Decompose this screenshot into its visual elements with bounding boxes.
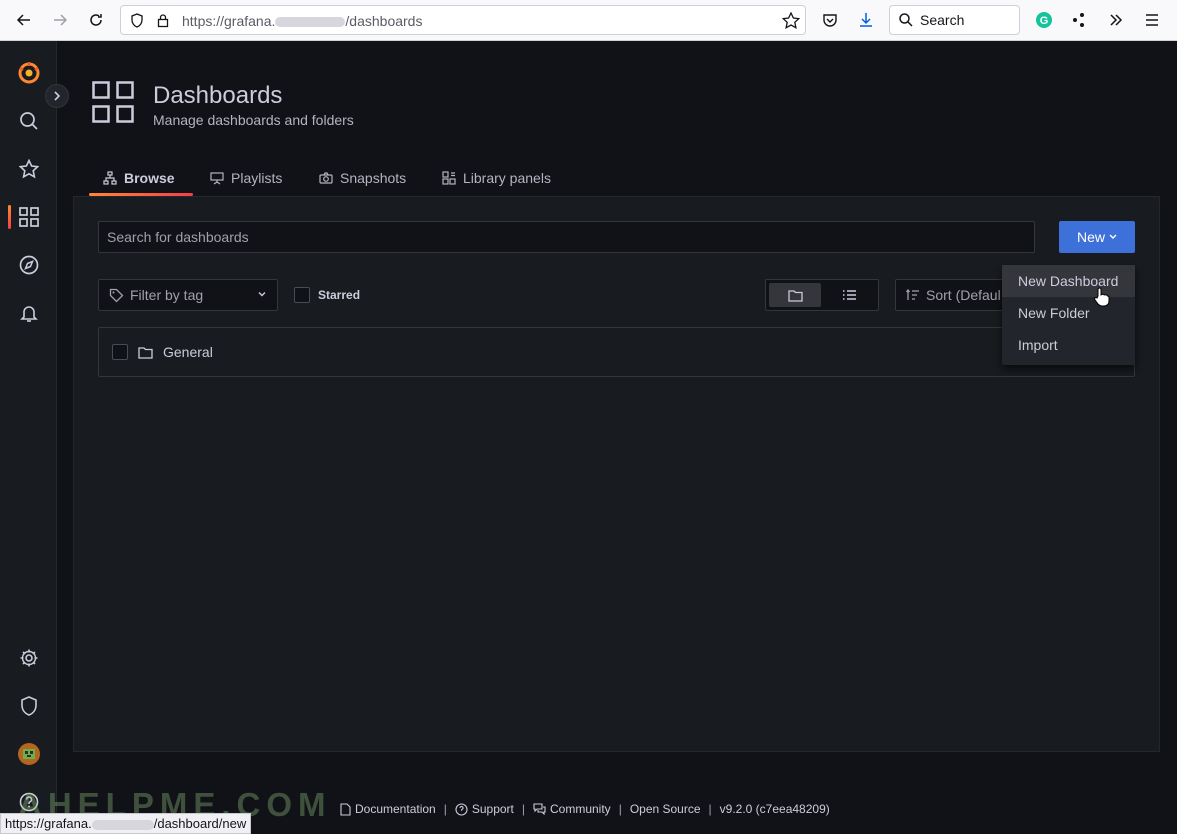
list-icon <box>842 290 856 300</box>
comments-icon <box>533 803 546 815</box>
folder-view-button[interactable] <box>769 283 821 307</box>
url-text: https://grafana./dashboards <box>182 13 423 29</box>
starred-label: Starred <box>318 288 361 302</box>
expand-sidebar-button[interactable] <box>45 84 69 108</box>
chevron-down-icon <box>258 292 266 297</box>
footer-community-link[interactable]: Community <box>533 802 611 816</box>
starred-checkbox[interactable] <box>294 287 310 303</box>
tab-library-panels-label: Library panels <box>463 170 551 186</box>
grammarly-icon[interactable]: G <box>1032 8 1056 32</box>
question-circle-icon <box>455 802 468 816</box>
sort-select[interactable]: Sort (Defaul <box>895 279 1005 311</box>
footer: Documentation | Support | Community | Op… <box>340 800 830 818</box>
url-redaction <box>275 17 346 28</box>
sidebar <box>0 41 57 834</box>
extension-icon[interactable] <box>1067 8 1091 32</box>
nav-explore-icon[interactable] <box>0 245 57 285</box>
shield-icon[interactable] <box>130 13 144 33</box>
tab-playlists[interactable]: Playlists <box>196 160 296 196</box>
footer-support-link[interactable]: Support <box>455 802 514 816</box>
nav-configuration-gear-icon[interactable] <box>0 638 57 678</box>
status-bar-url: https://grafana./dashboard/new <box>0 813 252 834</box>
folder-row-general[interactable]: General <box>98 327 1135 377</box>
nav-dashboards-icon[interactable] <box>0 197 57 237</box>
lock-icon[interactable] <box>157 13 169 33</box>
browser-toolbar: https://grafana./dashboards Search G <box>0 0 1177 41</box>
search-icon <box>899 13 913 30</box>
folder-checkbox[interactable] <box>112 344 128 360</box>
tab-playlists-label: Playlists <box>231 170 283 186</box>
page-title: Dashboards <box>153 82 283 109</box>
dashboard-search-input[interactable] <box>98 221 1035 253</box>
nav-starred-icon[interactable] <box>0 149 57 189</box>
new-button-label: New <box>1076 229 1105 245</box>
starred-filter[interactable]: Starred <box>294 287 360 303</box>
url-bar[interactable]: https://grafana./dashboards <box>120 5 806 35</box>
status-url-redaction <box>91 819 154 830</box>
filter-by-tag-placeholder: Filter by tag <box>130 287 204 303</box>
hand-cursor-icon <box>1093 287 1111 312</box>
tab-snapshots-label: Snapshots <box>340 170 407 186</box>
tab-browse-label: Browse <box>124 170 175 186</box>
new-button[interactable]: New <box>1059 221 1135 253</box>
tab-library-panels[interactable]: Library panels <box>428 160 565 196</box>
sort-label: Sort (Defaul <box>926 287 1001 303</box>
tag-icon <box>109 288 124 302</box>
active-indicator <box>8 205 11 229</box>
reload-icon[interactable] <box>84 8 108 32</box>
filter-by-tag-select[interactable]: Filter by tag <box>98 279 278 311</box>
camera-icon <box>319 172 333 184</box>
pocket-icon[interactable] <box>818 8 842 32</box>
nav-search-icon[interactable] <box>0 101 57 141</box>
user-avatar[interactable] <box>0 734 57 774</box>
document-icon <box>340 802 351 816</box>
folder-icon <box>138 346 153 359</box>
forward-icon[interactable] <box>48 8 72 32</box>
footer-open-source-link[interactable]: Open Source <box>630 802 701 816</box>
bookmark-star-icon[interactable] <box>781 11 801 34</box>
menu-item-new-dashboard[interactable]: New Dashboard <box>1002 265 1135 297</box>
library-panels-icon <box>442 171 456 185</box>
hamburger-menu-icon[interactable] <box>1140 8 1164 32</box>
menu-item-new-folder[interactable]: New Folder <box>1002 297 1135 329</box>
browser-search-label: Search <box>920 12 965 28</box>
view-mode-toggle <box>765 279 879 311</box>
download-icon[interactable] <box>854 8 878 32</box>
menu-item-import[interactable]: Import <box>1002 329 1135 361</box>
nav-alerting-bell-icon[interactable] <box>0 293 57 333</box>
svg-text:G: G <box>1040 15 1049 27</box>
tab-snapshots[interactable]: Snapshots <box>305 160 420 196</box>
back-icon[interactable] <box>12 8 36 32</box>
page-subtitle: Manage dashboards and folders <box>153 112 354 128</box>
nav-server-admin-shield-icon[interactable] <box>0 686 57 726</box>
folder-icon <box>787 289 803 302</box>
overflow-chevrons-icon[interactable] <box>1104 8 1128 32</box>
new-dropdown-menu: New Dashboard New Folder Import <box>1002 265 1135 365</box>
chevron-right-icon <box>54 91 61 101</box>
folder-name: General <box>163 344 213 360</box>
footer-documentation-link[interactable]: Documentation <box>340 802 436 816</box>
browser-search-field[interactable]: Search <box>889 5 1020 35</box>
presentation-icon <box>210 172 224 185</box>
sitemap-icon <box>103 171 117 185</box>
tab-browse[interactable]: Browse <box>89 160 193 196</box>
footer-version: v9.2.0 (c7eea48209) <box>719 802 830 816</box>
chevron-down-icon <box>1109 234 1117 239</box>
list-view-button[interactable] <box>823 283 875 307</box>
sort-icon <box>906 289 919 300</box>
dashboards-header-icon <box>92 81 134 128</box>
